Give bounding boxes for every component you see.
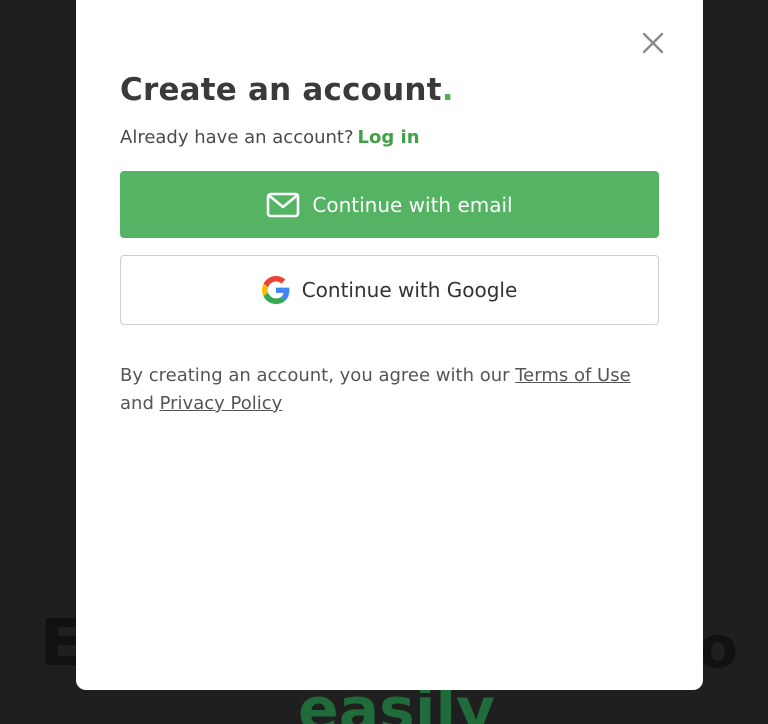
terms-of-use-link[interactable]: Terms of Use xyxy=(515,365,630,386)
login-prompt-text: Already have an account? xyxy=(120,127,354,148)
login-link[interactable]: Log in xyxy=(358,127,420,148)
terms-and: and xyxy=(120,393,154,414)
title-accent-dot: . xyxy=(441,72,454,108)
google-logo-icon xyxy=(261,276,290,304)
login-prompt: Already have an account? Log in xyxy=(120,127,420,148)
continue-with-email-button[interactable]: Continue with email xyxy=(120,171,659,238)
background-heading-fragment-right: o xyxy=(698,613,738,681)
close-button[interactable] xyxy=(640,30,666,56)
privacy-policy-link[interactable]: Privacy Policy xyxy=(160,393,283,414)
google-button-label: Continue with Google xyxy=(301,278,518,302)
terms-notice: By creating an account, you agree with o… xyxy=(120,362,640,418)
signup-modal: Create an account. Already have an accou… xyxy=(76,0,703,690)
continue-with-google-button[interactable]: Continue with Google xyxy=(120,255,659,325)
email-button-label: Continue with email xyxy=(312,192,513,217)
terms-prefix: By creating an account, you agree with o… xyxy=(120,365,510,386)
modal-title-text: Create an account xyxy=(120,72,442,108)
close-icon xyxy=(642,32,664,54)
mail-icon xyxy=(266,192,300,218)
modal-title: Create an account. xyxy=(120,72,454,108)
